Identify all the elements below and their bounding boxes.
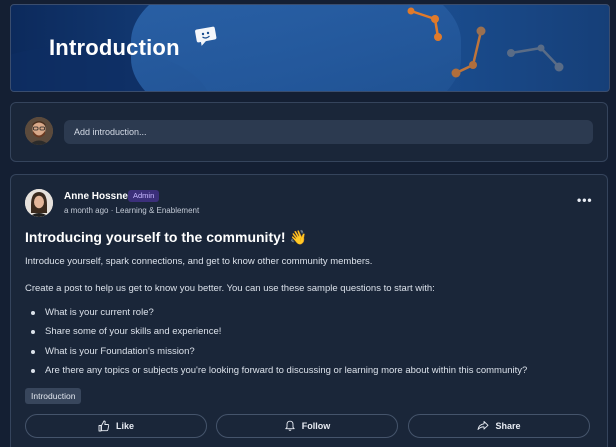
list-item: What is your current role? xyxy=(25,306,527,325)
share-label: Share xyxy=(495,421,521,431)
avatar xyxy=(25,117,53,145)
post-card: Anne Hossner Admin a month ago · Learnin… xyxy=(10,174,608,447)
add-introduction-input[interactable]: Add introduction... xyxy=(64,120,593,144)
post-actions: Like Follow Share xyxy=(25,414,595,438)
page-title: Introduction xyxy=(49,35,180,60)
post-meta: a month ago · Learning & Enablement xyxy=(64,206,200,215)
post-title: Introducing yourself to the community! 👋 xyxy=(25,229,307,245)
admin-badge: Admin xyxy=(128,190,160,202)
like-button[interactable]: Like xyxy=(25,414,207,438)
follow-label: Follow xyxy=(301,421,331,431)
topic-tag[interactable]: Introduction xyxy=(25,388,82,404)
list-item: What is your Foundation's mission? xyxy=(25,345,527,364)
share-icon xyxy=(478,421,489,430)
post-prompt-text: Create a post to help us get to know you… xyxy=(25,283,435,294)
author-avatar[interactable] xyxy=(25,189,53,217)
thumbs-up-icon xyxy=(98,420,110,432)
post-composer: Add introduction... xyxy=(10,102,608,162)
bell-icon xyxy=(285,420,295,431)
chat-icon xyxy=(195,26,217,46)
more-icon[interactable]: ••• xyxy=(577,193,593,207)
question-list: What is your current role? Share some of… xyxy=(25,306,527,383)
follow-button[interactable]: Follow xyxy=(216,414,398,438)
list-item: Share some of your skills and experience… xyxy=(25,325,527,344)
share-button[interactable]: Share xyxy=(408,414,590,438)
like-label: Like xyxy=(115,421,134,431)
post-intro-text: Introduce yourself, spark connections, a… xyxy=(25,256,373,267)
list-item: Are there any topics or subjects you're … xyxy=(25,364,527,383)
author-name[interactable]: Anne Hossner xyxy=(64,191,132,202)
group-banner: Introduction xyxy=(10,4,610,92)
